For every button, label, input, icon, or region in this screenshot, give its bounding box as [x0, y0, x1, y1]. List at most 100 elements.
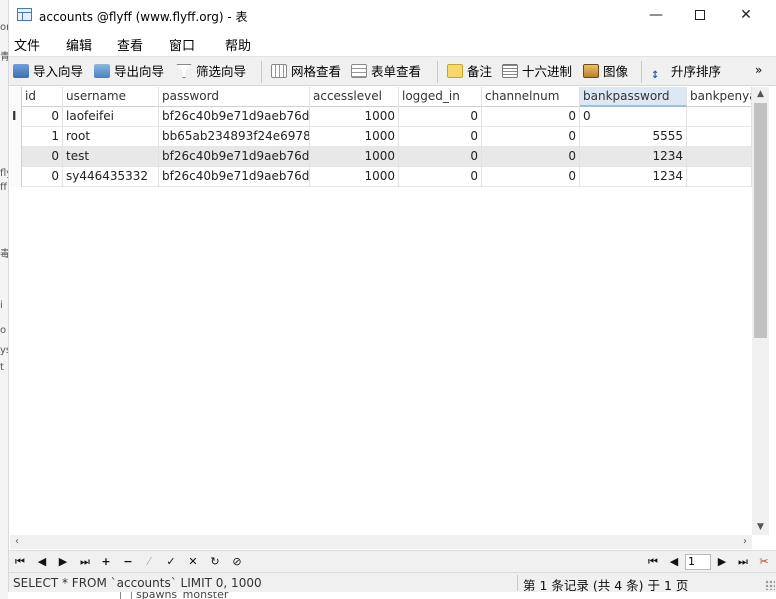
cell-logged-in[interactable]: 0 — [399, 127, 482, 147]
edit-record-icon[interactable]: ⁄ — [141, 554, 157, 570]
close-button[interactable]: ✕ — [723, 0, 769, 31]
table-row[interactable]: I 0 laofeifei bf26c40b9e71d9aeb76d5ad4 1… — [10, 107, 752, 127]
form-view-button[interactable]: 表单查看 — [351, 62, 421, 82]
cell-accesslevel[interactable]: 1000 — [310, 127, 399, 147]
column-header-id[interactable]: id — [22, 87, 63, 107]
grid-view-button[interactable]: 网格查看 — [271, 62, 341, 82]
toolbar: 导入向导 导出向导 筛选向导 网格查看 表单查看 备注 十六进制 图像 ↕ 升序排… — [9, 56, 776, 86]
row-cursor-icon: I — [12, 109, 17, 123]
refresh-icon[interactable]: ↻ — [207, 554, 223, 570]
cell-channelnum[interactable]: 0 — [482, 167, 580, 187]
cell-username[interactable]: test — [63, 147, 159, 167]
resize-grip-icon[interactable] — [765, 580, 775, 590]
cell-bankpassword[interactable]: 1234 — [580, 167, 687, 187]
sql-statement: SELECT * FROM `accounts` LIMIT 0, 1000 — [13, 576, 262, 590]
row-selector[interactable]: I — [10, 107, 22, 127]
cell-channelnum[interactable]: 0 — [482, 107, 580, 127]
menu-edit[interactable]: 编辑 — [66, 35, 92, 54]
cell-accesslevel[interactable]: 1000 — [310, 167, 399, 187]
menu-window[interactable]: 窗口 — [169, 35, 195, 54]
cell-bankpenya[interactable] — [687, 127, 752, 147]
cell-bankpenya[interactable] — [687, 147, 752, 167]
horizontal-scrollbar[interactable]: ‹ › — [10, 535, 752, 549]
note-button[interactable]: 备注 — [447, 62, 492, 82]
delete-record-icon[interactable]: − — [120, 554, 136, 570]
column-header-logged-in[interactable]: logged_in — [399, 87, 482, 107]
previous-record-icon[interactable]: ◀ — [34, 554, 50, 570]
cell-bankpenya[interactable] — [687, 107, 752, 127]
next-page-icon[interactable]: ▶ — [714, 554, 730, 570]
page-number-input[interactable]: 1 — [685, 554, 711, 570]
cell-username[interactable]: laofeifei — [63, 107, 159, 127]
sort-ascending-icon: ↕ — [651, 70, 660, 81]
scroll-right-icon[interactable]: › — [738, 535, 752, 549]
toolbar-separator — [641, 61, 642, 83]
cell-logged-in[interactable]: 0 — [399, 167, 482, 187]
menu-file[interactable]: 文件 — [14, 35, 40, 54]
table-row[interactable]: 1 root bb65ab234893f24e6978fc67a 1000 0 … — [10, 127, 752, 147]
cell-password[interactable]: bf26c40b9e71d9aeb76d5ad4 — [159, 107, 310, 127]
cell-username[interactable]: sy446435332 — [63, 167, 159, 187]
column-header-bankpenya[interactable]: bankpenya — [687, 87, 752, 107]
menu-view[interactable]: 查看 — [117, 35, 143, 54]
maximize-button[interactable] — [677, 0, 723, 31]
scroll-up-icon[interactable]: ▲ — [752, 87, 769, 102]
minimize-button[interactable]: — — [633, 0, 679, 31]
cell-id[interactable]: 0 — [22, 147, 63, 167]
first-page-icon[interactable]: ⏮ — [645, 554, 661, 570]
table-row[interactable]: 0 sy446435332 bf26c40b9e71d9aeb76d5ad4 1… — [10, 167, 752, 187]
cell-id[interactable]: 0 — [22, 107, 63, 127]
sort-ascending-button[interactable]: ↕ 升序排序 — [651, 62, 721, 82]
title-bar[interactable]: accounts @flyff (www.flyff.org) - 表 — ✕ — [9, 0, 776, 31]
cell-username[interactable]: root — [63, 127, 159, 147]
column-header-password[interactable]: password — [159, 87, 310, 107]
import-wizard-button[interactable]: 导入向导 — [13, 62, 83, 82]
export-wizard-button[interactable]: 导出向导 — [94, 62, 164, 82]
add-record-icon[interactable]: + — [98, 554, 114, 570]
menu-help[interactable]: 帮助 — [225, 35, 251, 54]
last-page-icon[interactable]: ⏭ — [735, 554, 751, 570]
vertical-scrollbar[interactable]: ▲ ▼ — [752, 87, 769, 535]
cell-password[interactable]: bf26c40b9e71d9aeb76d5ad4 — [159, 167, 310, 187]
scroll-down-icon[interactable]: ▼ — [752, 520, 769, 535]
background-window-edge: or 青 fly ff 毒 i o ys t — [0, 0, 12, 599]
column-header-accesslevel[interactable]: accesslevel — [310, 87, 399, 107]
cell-id[interactable]: 1 — [22, 127, 63, 147]
cell-accesslevel[interactable]: 1000 — [310, 107, 399, 127]
hex-button[interactable]: 十六进制 — [502, 62, 572, 82]
image-button[interactable]: 图像 — [583, 62, 628, 82]
next-record-icon[interactable]: ▶ — [55, 554, 71, 570]
apply-changes-icon[interactable]: ✓ — [163, 554, 179, 570]
cell-bankpassword[interactable]: 5555 — [580, 127, 687, 147]
filter-wizard-button[interactable]: 筛选向导 — [176, 62, 246, 82]
cell-logged-in[interactable]: 0 — [399, 107, 482, 127]
column-header-channelnum[interactable]: channelnum — [482, 87, 580, 107]
first-record-icon[interactable]: ⏮ — [12, 554, 28, 570]
toolbar-overflow-button[interactable]: » — [755, 63, 762, 77]
cell-bankpenya[interactable] — [687, 167, 752, 187]
row-selector[interactable] — [10, 147, 22, 167]
last-record-icon[interactable]: ⏭ — [77, 554, 93, 570]
scroll-thumb[interactable] — [754, 103, 767, 338]
scroll-left-icon[interactable]: ‹ — [10, 535, 24, 549]
row-selector[interactable] — [10, 167, 22, 187]
cell-id[interactable]: 0 — [22, 167, 63, 187]
cell-channelnum[interactable]: 0 — [482, 127, 580, 147]
limit-settings-icon[interactable]: ✂ — [756, 554, 772, 570]
table-row-selected[interactable]: 0 test bf26c40b9e71d9aeb76d5ad4 1000 0 0… — [10, 147, 752, 167]
cell-bankpassword[interactable]: 1234 — [580, 147, 687, 167]
cell-logged-in[interactable]: 0 — [399, 147, 482, 167]
discard-changes-icon[interactable]: ✕ — [185, 554, 201, 570]
stop-icon[interactable]: ⊘ — [229, 554, 245, 570]
row-selector[interactable] — [10, 127, 22, 147]
column-header-username[interactable]: username — [63, 87, 159, 107]
column-header-bankpassword[interactable]: bankpassword — [580, 87, 687, 107]
previous-page-icon[interactable]: ◀ — [666, 554, 682, 570]
hex-icon — [502, 64, 518, 78]
cell-bankpassword[interactable]: 0 — [580, 107, 687, 127]
cell-accesslevel[interactable]: 1000 — [310, 147, 399, 167]
header-corner — [10, 87, 22, 107]
cell-channelnum[interactable]: 0 — [482, 147, 580, 167]
cell-password[interactable]: bf26c40b9e71d9aeb76d5ad4 — [159, 147, 310, 167]
cell-password[interactable]: bb65ab234893f24e6978fc67a — [159, 127, 310, 147]
